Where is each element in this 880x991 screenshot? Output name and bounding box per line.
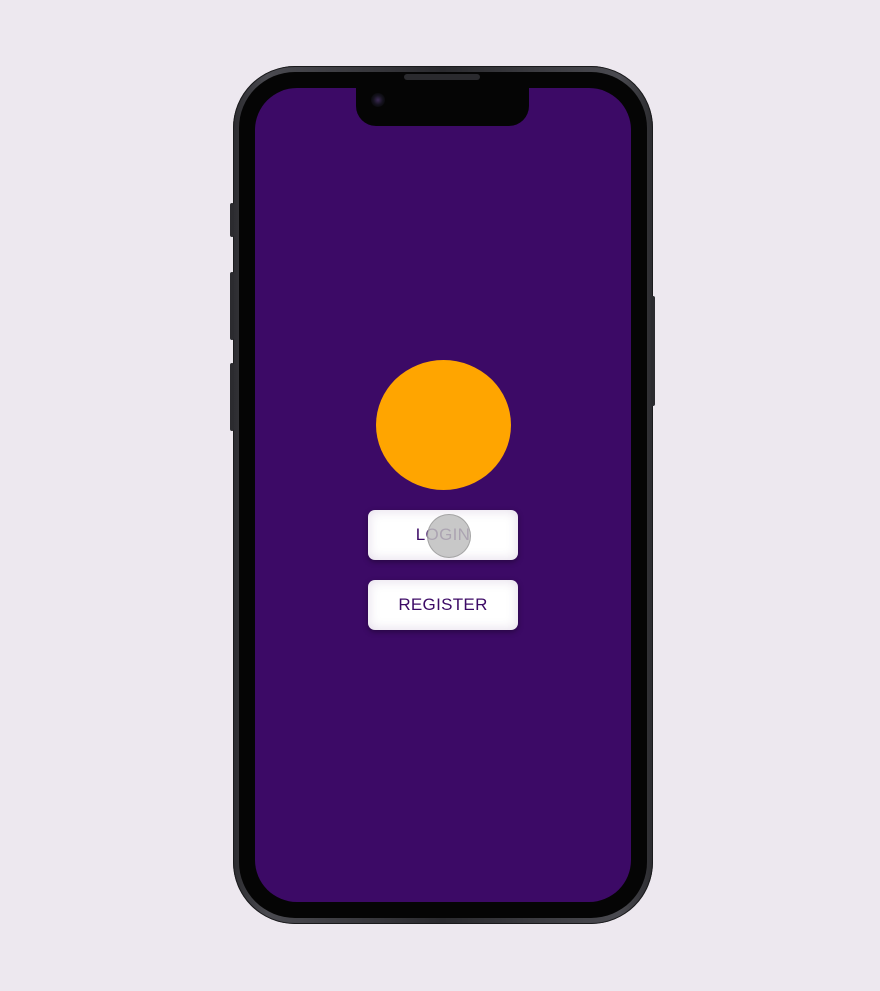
app-screen [255,88,631,902]
volume-down-button [230,363,234,431]
volume-up-button [230,272,234,340]
front-camera-icon [371,93,385,107]
power-button [651,296,655,406]
register-button-label: REGISTER [398,595,488,614]
touch-indicator [427,514,471,558]
register-button[interactable]: REGISTER [368,580,518,630]
circle-logo-icon [376,360,511,490]
earpiece-speaker [404,74,480,80]
mute-switch [230,203,234,237]
